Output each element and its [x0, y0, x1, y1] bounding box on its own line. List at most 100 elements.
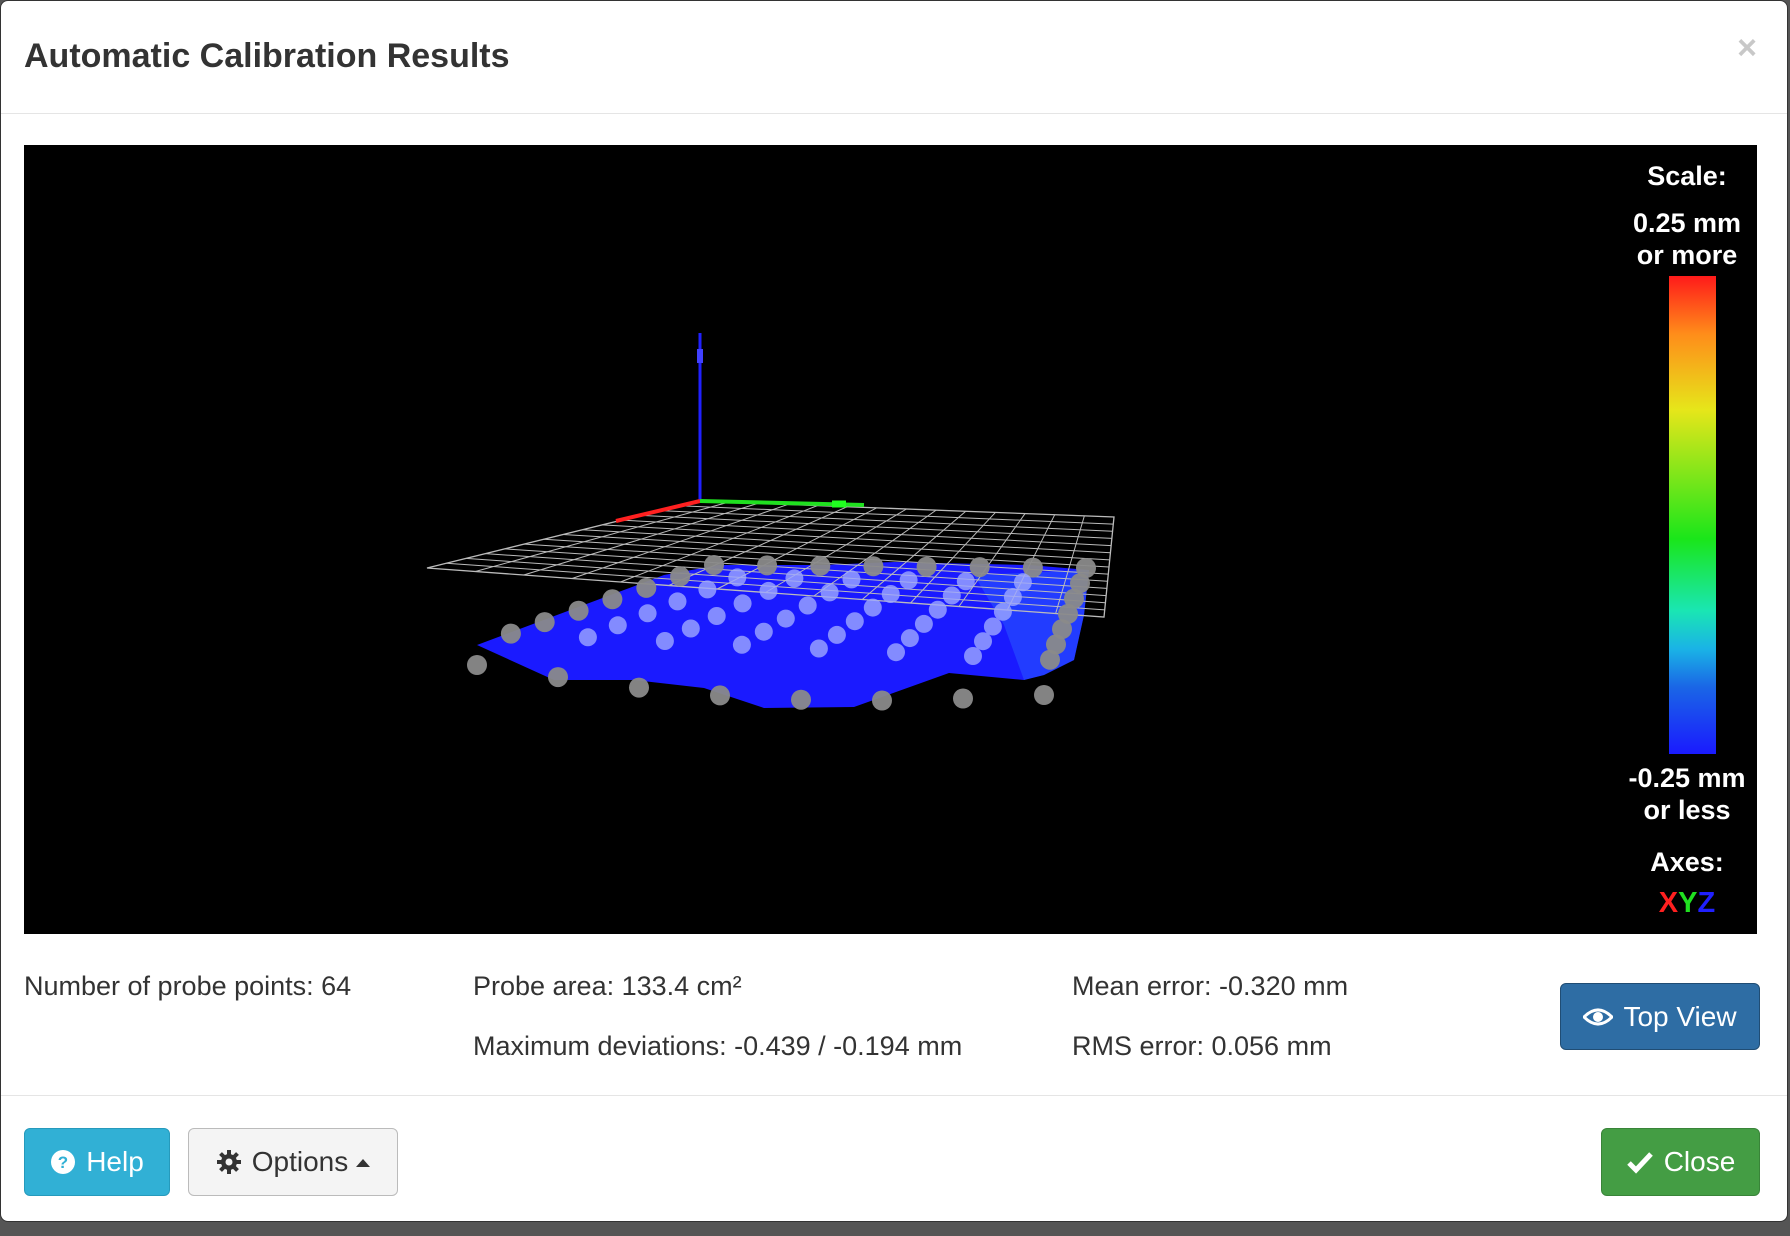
top-view-button[interactable]: Top View [1560, 983, 1760, 1050]
calibration-results-dialog: Automatic Calibration Results × Scale: 0… [0, 0, 1788, 1222]
scale-max-suffix: or more [1636, 240, 1738, 270]
probe-point [914, 614, 933, 633]
probe-point [863, 556, 884, 577]
probe-point [1034, 685, 1054, 705]
probe-point [655, 632, 674, 650]
probe-point [1013, 573, 1032, 592]
probe-point [969, 557, 990, 578]
probe-point [602, 589, 623, 610]
rms-error: RMS error: 0.056 mm [1072, 1031, 1332, 1061]
probe-point [820, 583, 839, 602]
probe-point [704, 555, 724, 575]
scale-legend: Scale: 0.25 mm or more -0.25 mm or less … [1617, 145, 1757, 934]
probe-point [872, 690, 892, 711]
scale-min-label: -0.25 mm or less [1617, 762, 1757, 826]
probe-point [467, 655, 487, 675]
probe-point [638, 604, 657, 623]
bed-height-map-viewer[interactable]: Scale: 0.25 mm or more -0.25 mm or less … [24, 145, 1757, 934]
probe-point [928, 600, 947, 619]
probe-point [707, 607, 726, 625]
probe-points-count: Number of probe points: 64 [24, 971, 352, 1001]
probe-point [698, 580, 717, 599]
mean-error: Mean error: -0.320 mm [1072, 971, 1349, 1001]
probe-point [964, 647, 982, 665]
probe-point [629, 677, 649, 698]
probe-point [668, 592, 687, 611]
axis-x-label: X [1658, 887, 1679, 919]
top-view-label: Top View [1623, 1000, 1737, 1032]
probe-point [827, 625, 846, 644]
probe-point [548, 667, 568, 688]
eye-icon [1583, 1006, 1614, 1028]
probe-point [791, 689, 811, 710]
probe-point [983, 617, 1002, 636]
probe-point [842, 570, 861, 589]
probe-point [887, 643, 905, 662]
dialog-title: Automatic Calibration Results [24, 37, 510, 75]
probe-point [728, 568, 747, 587]
probe-point [608, 616, 627, 635]
probe-point [900, 629, 919, 648]
probe-point [636, 577, 657, 598]
color-scale-bar [1669, 276, 1716, 754]
height-map-scene[interactable] [24, 145, 1757, 934]
probe-point [845, 612, 864, 631]
probe-point [757, 555, 778, 576]
scale-min-suffix: or less [1643, 795, 1731, 825]
probe-point [785, 569, 804, 588]
probe-point [916, 556, 937, 577]
close-button[interactable]: Close [1601, 1128, 1760, 1196]
probe-point [942, 586, 961, 605]
scale-min-value: -0.25 mm [1628, 763, 1746, 793]
probe-point [670, 566, 691, 587]
options-button[interactable]: Options [188, 1128, 398, 1196]
probe-point [809, 639, 828, 658]
probe-point [1040, 649, 1060, 670]
probe-point [500, 623, 521, 644]
probe-point [681, 619, 700, 638]
probe-point [568, 600, 589, 621]
axis-z-label: Z [1697, 887, 1716, 919]
gear-icon [216, 1149, 242, 1175]
probe-point [810, 555, 831, 576]
probe-point [534, 612, 555, 633]
probe-area: Probe area: 133.4 cm² [473, 971, 742, 1001]
probe-point [759, 581, 778, 600]
grid-line [640, 514, 1112, 539]
scale-max-label: 0.25 mm or more [1617, 207, 1757, 271]
grid-line [601, 524, 1111, 554]
close-x-icon[interactable]: × [1737, 31, 1757, 65]
probe-point [956, 572, 975, 591]
probe-point [710, 685, 730, 706]
probe-point [953, 688, 973, 709]
axes-title: Axes: [1650, 847, 1724, 877]
probe-point [899, 571, 918, 590]
probe-point [863, 598, 882, 617]
scale-max-value: 0.25 mm [1632, 208, 1742, 238]
probe-point [732, 635, 751, 654]
checkmark-icon [1626, 1150, 1654, 1174]
probe-point [798, 596, 817, 615]
close-label: Close [1663, 1146, 1736, 1177]
max-deviations: Maximum deviations: -0.439 / -0.194 mm [473, 1031, 963, 1061]
probe-point [578, 628, 597, 647]
probe-point [881, 585, 900, 603]
svg-text:?: ? [58, 1153, 68, 1172]
grid-line [621, 519, 1112, 547]
axis-y-label: Y [1678, 887, 1698, 919]
help-button[interactable]: ? Help [24, 1128, 170, 1196]
help-label: Help [86, 1146, 144, 1177]
probe-point [733, 594, 752, 613]
dialog-header: Automatic Calibration Results × [1, 1, 1787, 114]
probe-point [1003, 588, 1022, 606]
question-circle-icon: ? [50, 1149, 76, 1175]
options-label: Options [251, 1146, 349, 1177]
probe-point [974, 632, 992, 651]
probe-point [993, 602, 1012, 621]
probe-point [754, 622, 773, 641]
caret-up-icon [356, 1158, 371, 1167]
scale-title: Scale: [1647, 161, 1727, 191]
dialog-footer: ? Help Options Close [1, 1095, 1787, 1221]
probe-point [776, 609, 795, 628]
axes-legend: XYZ [1617, 887, 1757, 920]
